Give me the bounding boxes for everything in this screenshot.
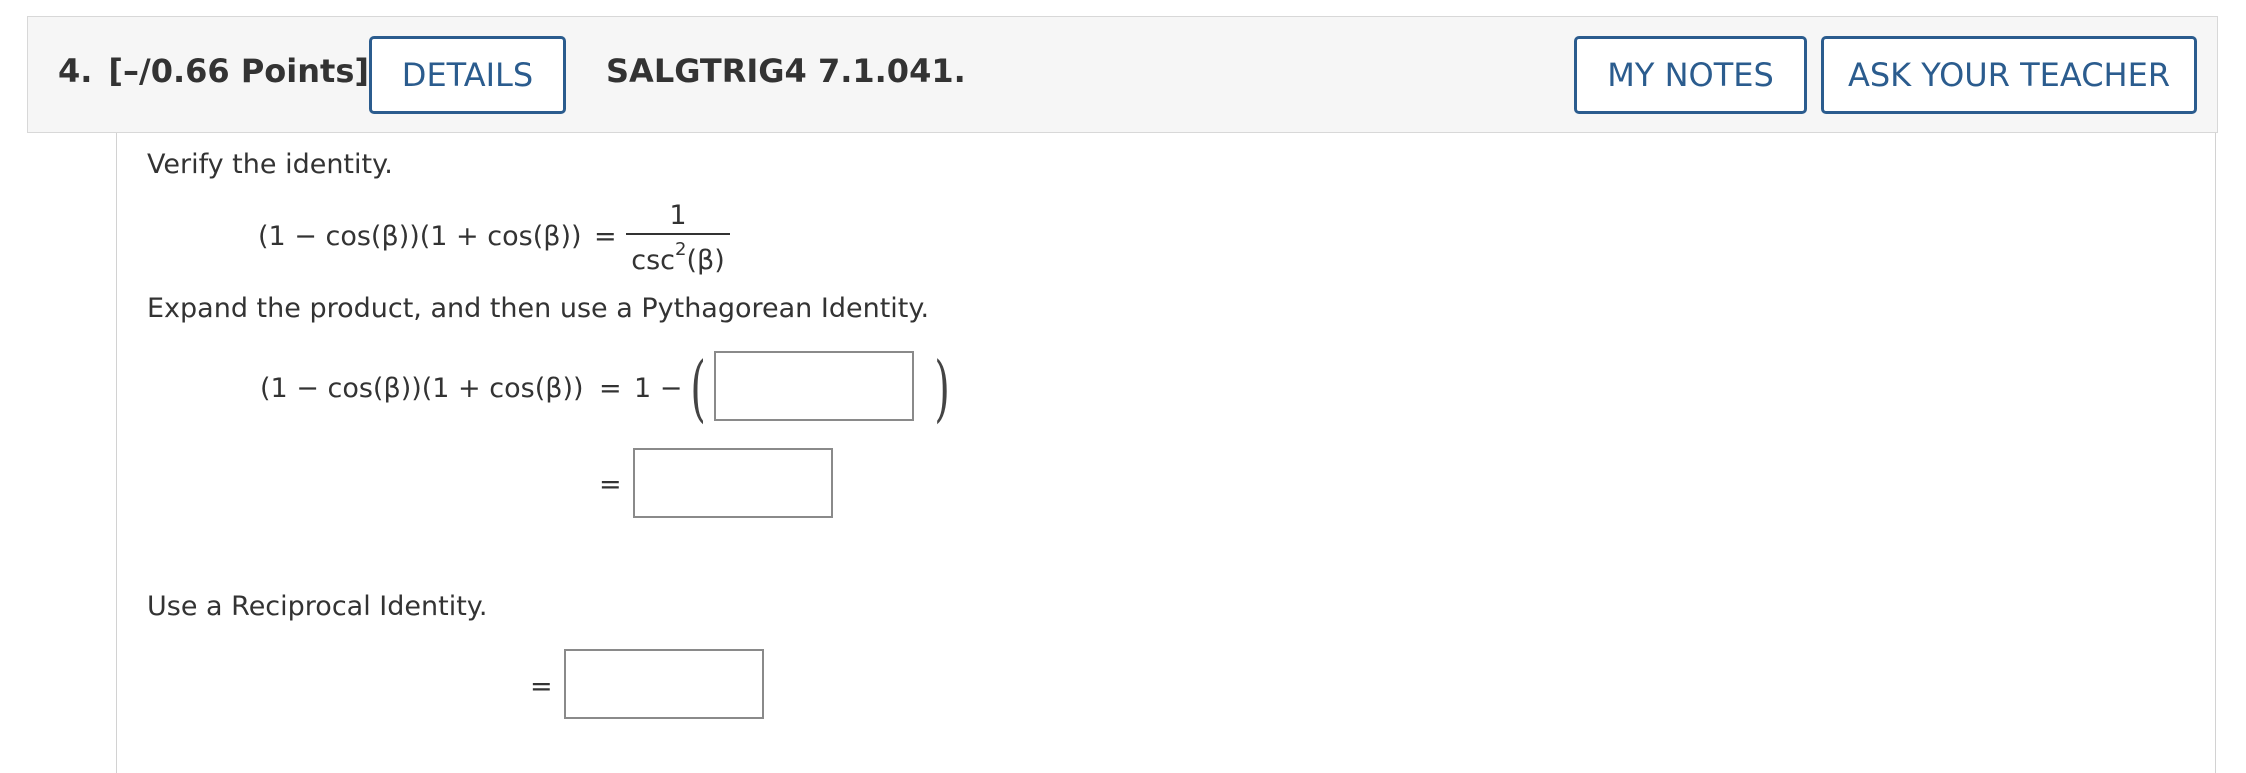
- step2-equals: =: [599, 469, 622, 500]
- step1-equals: =: [599, 373, 622, 404]
- fraction-numerator: 1: [669, 200, 687, 231]
- step3-equals: =: [530, 671, 553, 702]
- question-header: 4. [–/0.66 Points] DETAILS SALGTRIG4 7.1.…: [27, 16, 2218, 133]
- answer-input-1[interactable]: [714, 351, 914, 421]
- answer-input-2[interactable]: [633, 448, 833, 518]
- identity-equals: =: [594, 221, 617, 252]
- question-number: 4.: [58, 52, 93, 90]
- step1-lhs: (1 − cos(β))(1 + cos(β)): [260, 373, 584, 404]
- step1-rhs-prefix: 1 −: [634, 373, 683, 404]
- instruction-verify: Verify the identity.: [147, 149, 393, 180]
- denominator-exponent: 2: [675, 239, 687, 260]
- denominator-base: csc: [631, 245, 675, 276]
- my-notes-button[interactable]: MY NOTES: [1574, 36, 1807, 114]
- identity-lhs: (1 − cos(β))(1 + cos(β)): [258, 221, 582, 252]
- identity-rhs-fraction: 1 csc2(β): [626, 199, 730, 276]
- points-value: [–/0.66 Points]: [108, 52, 369, 90]
- ask-your-teacher-button[interactable]: ASK YOUR TEACHER: [1821, 36, 2197, 114]
- denominator-argument: (β): [686, 245, 725, 276]
- instruction-expand: Expand the product, and then use a Pytha…: [147, 293, 930, 324]
- question-code: SALGTRIG4 7.1.041.: [606, 52, 966, 90]
- fraction-denominator: csc2(β): [628, 235, 728, 276]
- question-points-label: 4. [–/0.66 Points]: [58, 52, 369, 90]
- details-button[interactable]: DETAILS: [369, 36, 566, 114]
- instruction-reciprocal: Use a Reciprocal Identity.: [147, 591, 488, 622]
- close-paren: ): [934, 346, 950, 430]
- answer-input-3[interactable]: [564, 649, 764, 719]
- open-paren: (: [690, 346, 706, 430]
